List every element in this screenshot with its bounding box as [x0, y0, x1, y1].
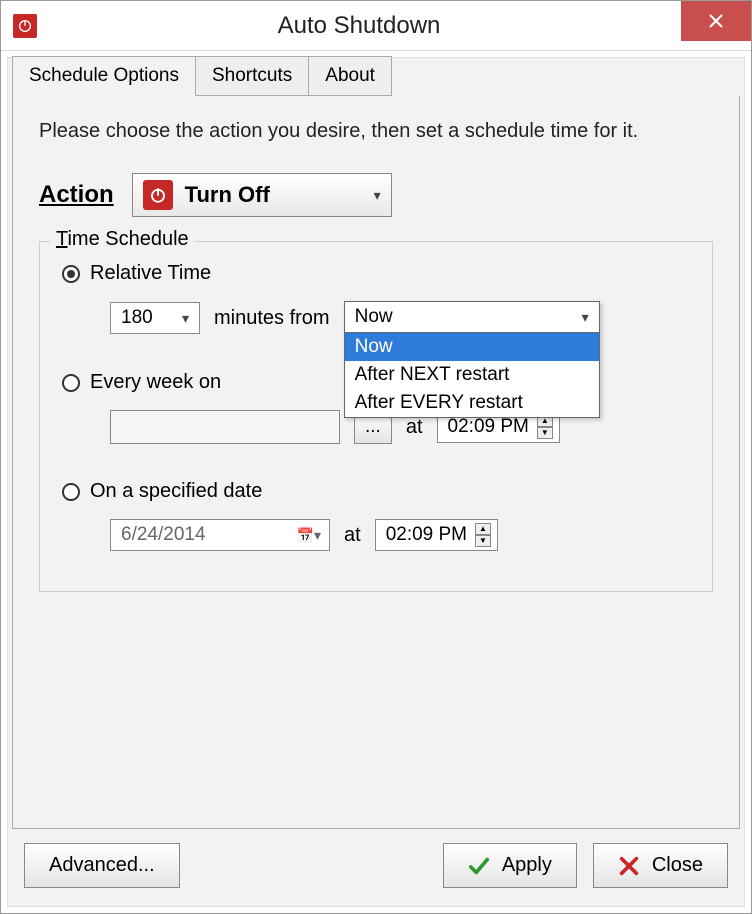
chevron-down-icon: ▾ — [374, 187, 381, 204]
relative-controls: 180 ▾ minutes from Now ▾ Now A — [110, 301, 690, 335]
date-value: 6/24/2014 — [121, 524, 206, 546]
radio-relative-time[interactable]: Relative Time — [62, 262, 690, 285]
power-icon — [143, 180, 173, 210]
at-label: at — [344, 524, 361, 547]
tab-about[interactable]: About — [309, 56, 392, 96]
close-button-label: Close — [652, 854, 703, 877]
tab-shortcuts[interactable]: Shortcuts — [196, 56, 309, 96]
close-icon — [709, 14, 723, 28]
window-title: Auto Shutdown — [37, 12, 681, 40]
chevron-down-icon: ▾ — [182, 310, 189, 327]
specific-time-field[interactable]: 02:09 PM ▲ ▼ — [375, 519, 498, 551]
radio-label: Relative Time — [90, 262, 211, 285]
minutes-value: 180 — [121, 307, 153, 329]
spinner-up[interactable]: ▲ — [475, 523, 491, 535]
window-close-button[interactable] — [681, 1, 751, 41]
x-icon — [618, 855, 640, 877]
from-option-after-every[interactable]: After EVERY restart — [345, 389, 599, 417]
spinner-down[interactable]: ▼ — [537, 427, 553, 439]
chevron-down-icon: ▾ — [582, 309, 589, 326]
relative-time-block: Relative Time 180 ▾ minutes from Now — [62, 262, 690, 335]
minutes-from-label: minutes from — [214, 307, 330, 330]
radio-label: On a specified date — [90, 480, 262, 503]
action-label: Action — [39, 181, 114, 209]
app-icon — [13, 14, 37, 38]
radio-label: Every week on — [90, 371, 221, 394]
instruction-text: Please choose the action you desire, the… — [39, 120, 713, 143]
time-spinner: ▲ ▼ — [475, 523, 491, 547]
advanced-button[interactable]: Advanced... — [24, 843, 180, 888]
spacer — [196, 843, 427, 888]
specific-controls: 6/24/2014 📅▾ at 02:09 PM ▲ ▼ — [110, 519, 690, 551]
from-option-after-next[interactable]: After NEXT restart — [345, 361, 599, 389]
time-schedule-fieldset: Time Schedule Relative Time 180 ▾ minute… — [39, 241, 713, 592]
advanced-button-label: Advanced... — [49, 854, 155, 877]
specific-time-value: 02:09 PM — [386, 524, 467, 546]
close-button[interactable]: Close — [593, 843, 728, 888]
action-dropdown-value: Turn Off — [185, 182, 362, 208]
minutes-dropdown[interactable]: 180 ▾ — [110, 302, 200, 334]
client-area: Schedule Options Shortcuts About Please … — [7, 57, 745, 907]
from-dropdown-wrapper: Now ▾ Now After NEXT restart After EVERY… — [344, 301, 600, 335]
check-icon — [468, 855, 490, 877]
tab-strip: Schedule Options Shortcuts About — [12, 56, 740, 96]
from-dropdown-value: Now — [355, 306, 393, 328]
apply-button-label: Apply — [502, 854, 552, 877]
tab-schedule-options[interactable]: Schedule Options — [12, 56, 196, 96]
radio-specified-date[interactable]: On a specified date — [62, 480, 690, 503]
titlebar: Auto Shutdown — [1, 1, 751, 51]
at-label: at — [406, 416, 423, 439]
action-dropdown[interactable]: Turn Off ▾ — [132, 173, 392, 217]
spinner-down[interactable]: ▼ — [475, 535, 491, 547]
radio-icon — [62, 374, 80, 392]
weekly-day-field[interactable] — [110, 410, 340, 444]
time-spinner: ▲ ▼ — [537, 415, 553, 439]
from-option-now[interactable]: Now — [345, 333, 599, 361]
app-window: Auto Shutdown Schedule Options Shortcuts… — [0, 0, 752, 914]
date-picker[interactable]: 6/24/2014 📅▾ — [110, 519, 330, 551]
bottom-bar: Advanced... Apply Close — [12, 829, 740, 902]
from-dropdown[interactable]: Now ▾ — [345, 302, 599, 333]
specific-date-block: On a specified date 6/24/2014 📅▾ at 02:0… — [62, 480, 690, 551]
calendar-icon: 📅▾ — [297, 527, 321, 544]
apply-button[interactable]: Apply — [443, 843, 577, 888]
tab-panel-schedule: Please choose the action you desire, the… — [12, 96, 740, 829]
weekly-time-value: 02:09 PM — [448, 416, 529, 438]
from-dropdown-open: Now ▾ Now After NEXT restart After EVERY… — [344, 301, 600, 418]
radio-icon — [62, 265, 80, 283]
action-row: Action Turn Off ▾ — [39, 173, 713, 217]
radio-icon — [62, 483, 80, 501]
fieldset-legend: Time Schedule — [50, 228, 195, 251]
